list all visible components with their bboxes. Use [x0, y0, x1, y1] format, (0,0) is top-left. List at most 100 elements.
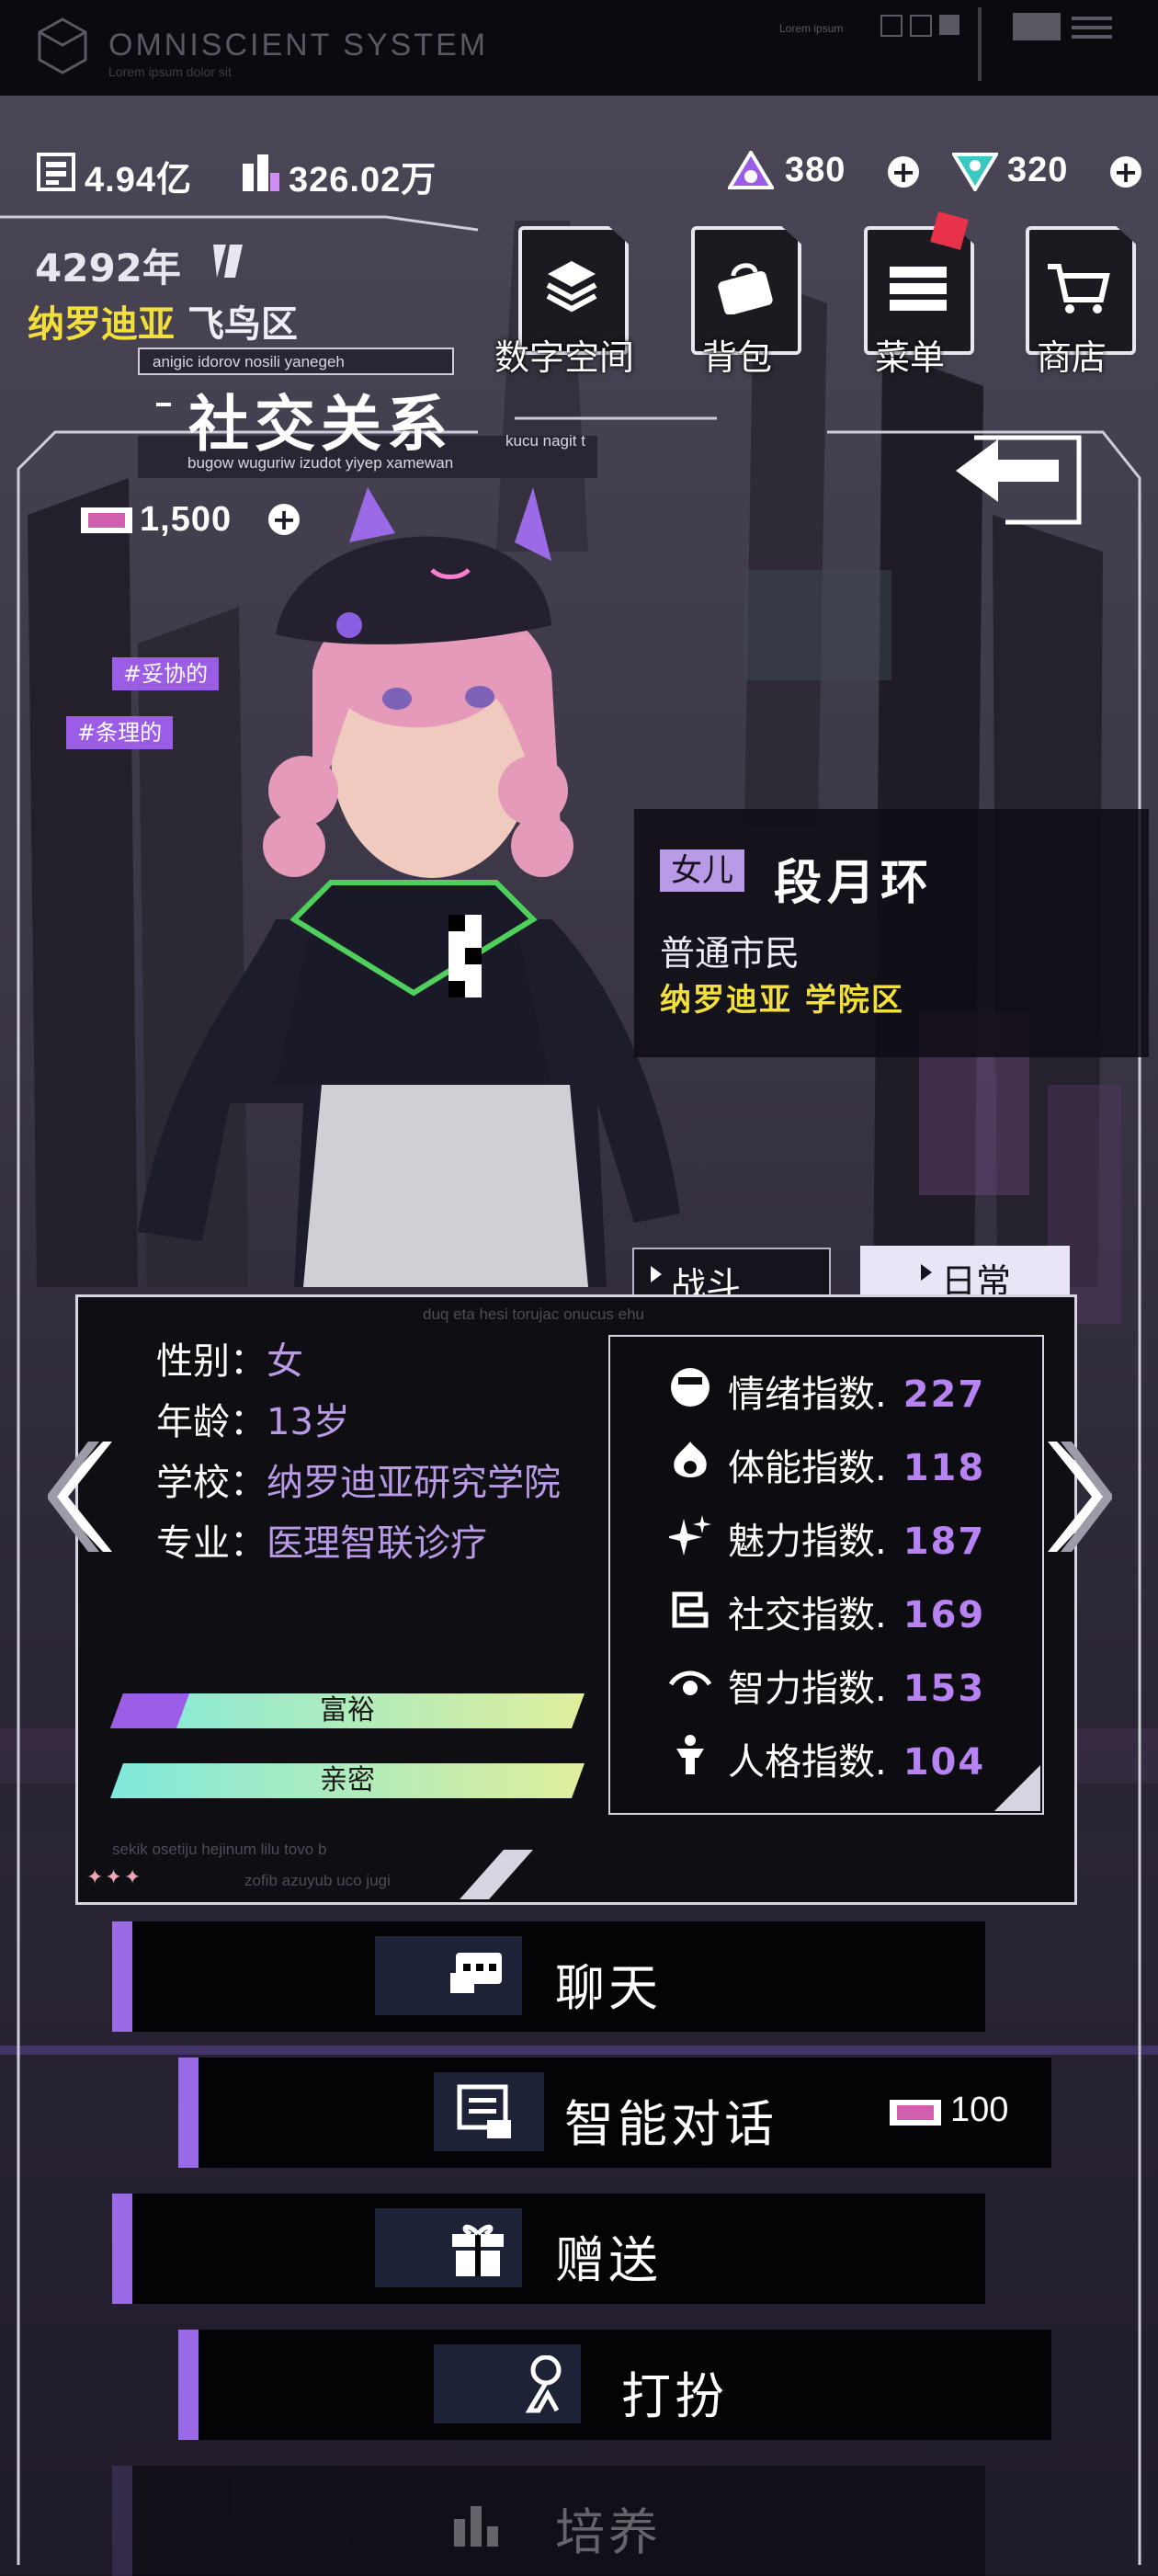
add-gem-a-button[interactable]: + — [888, 156, 919, 188]
smart-chat-label: 智能对话 — [564, 2095, 778, 2153]
add-token-button[interactable]: + — [268, 504, 300, 535]
intimacy-bar: 亲密 — [110, 1763, 585, 1798]
info-key: 年龄： — [156, 1401, 267, 1443]
panel-caption-bottom-b: zofib azuyub uco jugi — [244, 1872, 391, 1889]
date-year: 4292年 — [35, 245, 181, 291]
info-key: 性别： — [156, 1340, 267, 1383]
fans-value: 326.02万 — [289, 161, 437, 199]
relation-badge: 女儿 — [660, 849, 744, 892]
smart-chat-cost: 100 — [950, 2091, 1009, 2129]
stat-value: 227 — [903, 1373, 986, 1416]
stat-row-social: 社交指数. 169 — [728, 1585, 985, 1638]
token-icon — [81, 507, 132, 533]
gem-b-value: 320 — [1007, 151, 1069, 189]
token-value: 1,500 — [140, 500, 233, 539]
signal-icon — [1013, 13, 1061, 40]
eye-icon — [669, 1670, 711, 1695]
menu-label: 商店 — [1036, 337, 1107, 378]
gem-a-value: 380 — [785, 151, 846, 189]
location-district: 飞鸟区 — [187, 303, 298, 346]
menu-shop-button[interactable]: 商店 — [1011, 226, 1136, 378]
token-icon — [890, 2100, 941, 2126]
train-button[interactable]: 培养 — [112, 2466, 985, 2576]
caret-right-icon — [921, 1264, 932, 1281]
stat-label: 体能指数. — [728, 1447, 887, 1489]
system-title: OMNISCIENT SYSTEM — [108, 28, 489, 63]
bag-icon — [718, 263, 773, 314]
add-gem-b-button[interactable]: + — [1110, 156, 1141, 188]
stat-label: 情绪指数. — [728, 1373, 887, 1416]
menu-lines-icon[interactable] — [1072, 17, 1112, 20]
info-key: 学校： — [156, 1462, 267, 1504]
money-value: 4.94亿 — [85, 161, 192, 199]
menu-list-button[interactable]: 菜单 — [849, 211, 974, 378]
stars-icon: ✦✦✦ — [86, 1866, 143, 1889]
stat-value: 104 — [903, 1741, 986, 1784]
system-subtitle: Lorem ipsum dolor sit — [108, 64, 232, 79]
info-row-major: 专业：医理智联诊疗 — [156, 1513, 487, 1567]
wealth-bar-label: 富裕 — [320, 1694, 375, 1727]
back-button[interactable] — [950, 423, 1086, 528]
system-lorem: Lorem ipsum — [779, 22, 844, 35]
divider — [978, 7, 982, 81]
chat-label: 聊天 — [555, 1959, 662, 2017]
intimacy-bar-label: 亲密 — [320, 1764, 375, 1796]
wealth-bar: 富裕 — [110, 1693, 585, 1728]
info-value: 纳罗迪亚研究学院 — [267, 1462, 561, 1504]
character-role: 普通市民 — [660, 933, 800, 974]
info-row-age: 年龄：13岁 — [156, 1392, 350, 1445]
gift-label: 赠送 — [555, 2231, 662, 2289]
social-icon — [672, 1591, 709, 1628]
window-fill-icon[interactable] — [939, 15, 959, 35]
caret-right-icon — [651, 1266, 662, 1282]
dress-button[interactable]: 打扮 — [178, 2330, 1051, 2440]
dress-label: 打扮 — [621, 2367, 728, 2425]
next-character-arrow[interactable] — [1048, 1442, 1112, 1552]
stat-row-personality: 人格指数. 104 — [728, 1732, 985, 1785]
stat-row-intellect: 智力指数. 153 — [728, 1658, 985, 1712]
section-caption-top: anigic idorov nosili yanegeh — [153, 353, 345, 370]
trait-tag: #妥协的 — [112, 657, 220, 690]
menu-digital-space-button[interactable]: 数字空间 — [494, 226, 634, 378]
window-square-icon[interactable] — [880, 15, 903, 37]
system-logo-icon — [38, 17, 87, 74]
person-icon — [676, 1735, 704, 1774]
stat-row-strength: 体能指数. 118 — [728, 1438, 985, 1491]
stat-row-charm: 魅力指数. 187 — [728, 1511, 985, 1565]
strength-icon — [674, 1442, 707, 1477]
sparkle-icon — [669, 1515, 711, 1556]
system-bar: OMNISCIENT SYSTEM Lorem ipsum dolor sit … — [0, 0, 1158, 96]
chat-button[interactable]: 聊天 — [112, 1921, 985, 2032]
character-location: 纳罗迪亚 学院区 — [660, 982, 904, 1019]
stat-label: 魅力指数. — [728, 1521, 887, 1563]
location: 纳罗迪亚 飞鸟区 — [28, 294, 298, 348]
menu-label: 菜单 — [874, 337, 945, 378]
list-icon — [890, 267, 947, 311]
smart-chat-button[interactable]: 智能对话 100 — [178, 2057, 1051, 2168]
tab-battle[interactable]: 战斗 — [632, 1248, 831, 1305]
stat-label: 人格指数. — [728, 1741, 887, 1784]
panel-caption-bottom-a: sekik osetiju hejinum lilu tovo b — [112, 1841, 327, 1858]
stat-label: 社交指数. — [728, 1594, 887, 1636]
gem-a-icon — [728, 151, 774, 189]
info-value: 女 — [267, 1340, 303, 1383]
stat-value: 187 — [903, 1521, 986, 1563]
stat-row-mood: 情绪指数. 227 — [728, 1364, 985, 1418]
stat-value: 169 — [903, 1594, 986, 1636]
prev-character-arrow[interactable] — [48, 1442, 112, 1552]
cart-icon — [1048, 264, 1110, 313]
window-close-icon[interactable] — [910, 15, 932, 37]
panel-caption-top: duq eta hesi torujac onucus ehu — [423, 1305, 645, 1323]
info-value: 医理智联诊疗 — [267, 1522, 487, 1565]
layers-icon — [546, 261, 597, 313]
smart-chat-icon — [457, 2084, 511, 2138]
tab-daily[interactable]: 日常 — [860, 1246, 1070, 1302]
menu-bag-button[interactable]: 背包 — [676, 226, 801, 378]
trait-tag: #条理的 — [66, 716, 174, 749]
menu-label: 背包 — [701, 337, 772, 378]
gift-button[interactable]: 赠送 — [112, 2194, 985, 2304]
gift-icon — [452, 2224, 504, 2276]
info-row-school: 学校：纳罗迪亚研究学院 — [156, 1453, 561, 1506]
location-city: 纳罗迪亚 — [28, 303, 175, 346]
character-name: 段月环 — [774, 856, 935, 911]
